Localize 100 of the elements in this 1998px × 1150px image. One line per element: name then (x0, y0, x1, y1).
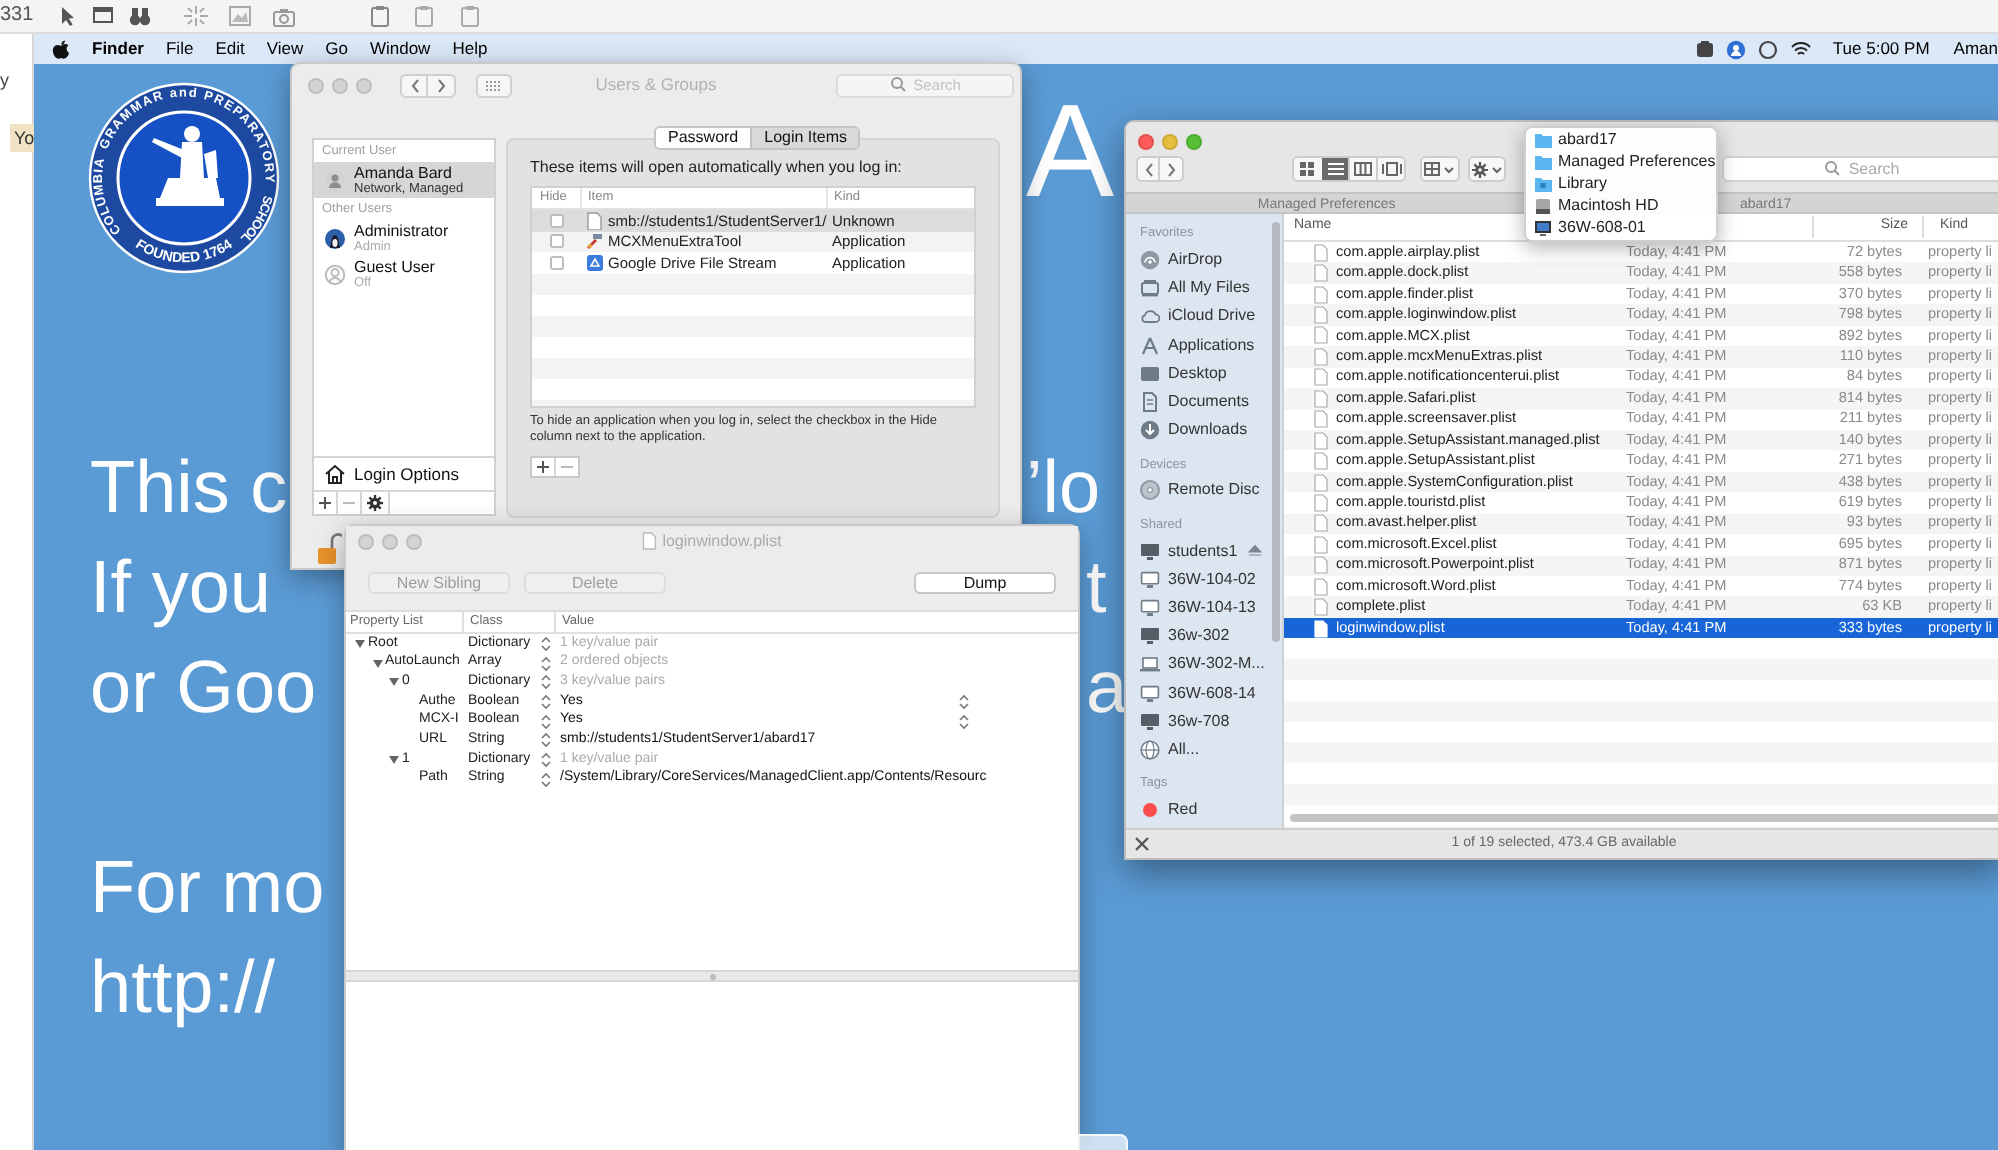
apple-icon[interactable] (52, 39, 70, 59)
user-name: Amanda Bard (354, 164, 454, 182)
menu-item[interactable]: View (266, 36, 304, 62)
action-button[interactable] (1467, 156, 1507, 182)
monitor-icon (1140, 711, 1160, 732)
menu-item[interactable]: Finder (92, 36, 144, 62)
stepper-icon[interactable] (958, 713, 970, 730)
menu-item[interactable]: 36W-608-01 (1526, 216, 1716, 238)
clipboard-icon[interactable] (410, 4, 438, 28)
chevron-right-icon (1164, 159, 1178, 179)
stepper-icon[interactable] (540, 693, 552, 710)
sidebar-item[interactable]: Documents (1126, 387, 1282, 417)
sidebar-item[interactable]: iCloud Drive (1126, 302, 1282, 332)
grid-icon (1300, 162, 1315, 176)
menu-item[interactable]: abard17 (1526, 130, 1716, 152)
forward-button[interactable] (1160, 156, 1184, 182)
eject-icon[interactable] (1248, 544, 1262, 559)
menu-item[interactable]: File (165, 36, 194, 62)
menu-item[interactable]: Macintosh HD (1526, 194, 1716, 217)
monitor-icon (1140, 541, 1160, 562)
list-view-button[interactable] (1321, 158, 1349, 180)
menu-item[interactable]: Library (1526, 173, 1716, 195)
stepper-icon[interactable] (540, 732, 552, 749)
sidebar-item[interactable]: students1 (1126, 537, 1282, 566)
slide-text: t (1086, 544, 1107, 632)
zoom-button[interactable] (1186, 134, 1202, 150)
menu-clock[interactable]: Tue 5:00 PM (1832, 36, 1930, 62)
binoculars-icon[interactable] (126, 4, 154, 28)
menu-item[interactable]: Edit (215, 36, 245, 62)
add-button[interactable] (532, 458, 556, 476)
menu-item[interactable]: Window (369, 36, 431, 62)
person-circle-icon[interactable] (1726, 39, 1747, 59)
arrange-button[interactable] (1420, 156, 1460, 182)
stepper-icon[interactable] (540, 771, 552, 788)
menu-item[interactable]: Managed Preferences (1526, 151, 1716, 174)
scrollbar-thumb[interactable] (1290, 814, 1998, 822)
window-title: loginwindow.plist (662, 529, 782, 553)
show-all-button[interactable] (476, 73, 512, 97)
clipboard-icon[interactable] (456, 4, 484, 28)
stepper-icon[interactable] (540, 674, 552, 691)
cross-icon[interactable] (1134, 836, 1150, 852)
search-icon (1824, 160, 1843, 178)
sidebar-item[interactable]: All My Files (1126, 274, 1282, 303)
hammer-icon (586, 232, 604, 251)
column-view-button[interactable] (1348, 158, 1377, 180)
checkbox[interactable] (549, 255, 563, 270)
chevron-right-icon (434, 75, 448, 95)
stepper-icon[interactable] (540, 713, 552, 730)
stepper-icon[interactable] (540, 751, 552, 768)
settings-button[interactable] (362, 492, 390, 514)
back-button[interactable] (1136, 156, 1160, 182)
triangle-down-icon[interactable] (388, 676, 400, 689)
close-button[interactable] (1138, 134, 1154, 150)
checkbox[interactable] (549, 213, 563, 228)
toolbar-button[interactable]: Dump (914, 572, 1056, 594)
triangle-down-icon[interactable] (388, 753, 400, 766)
sidebar-item[interactable]: 36w-708 (1126, 707, 1282, 736)
tab[interactable]: Yo (10, 124, 34, 152)
wifi-icon[interactable] (1790, 40, 1813, 58)
tab[interactable]: Login Items (750, 128, 859, 148)
sidebar-item[interactable]: All... (1126, 735, 1282, 764)
split-handle[interactable] (346, 970, 1078, 982)
padlock-icon[interactable] (316, 532, 342, 566)
menu-user[interactable]: Aman (1953, 36, 1998, 62)
menu-item[interactable]: Help (452, 36, 488, 62)
stepper-icon[interactable] (958, 693, 970, 710)
window-title: Users & Groups (595, 72, 717, 98)
gallery-view-button[interactable] (1376, 158, 1405, 180)
sidebar-item[interactable]: 36W-608-14 (1126, 678, 1282, 708)
globe-icon (1140, 739, 1160, 760)
menu-item[interactable]: Go (325, 36, 348, 62)
stepper-icon[interactable] (540, 655, 552, 672)
sidebar-item[interactable]: 36W-104-02 (1126, 565, 1282, 594)
triangle-down-icon[interactable] (371, 657, 383, 670)
sidebar-item[interactable]: Desktop (1126, 359, 1282, 388)
camera-icon[interactable] (270, 4, 298, 28)
add-button[interactable] (314, 492, 338, 514)
stepper-icon[interactable] (540, 635, 552, 652)
login-options-button[interactable]: Login Options (314, 456, 494, 490)
sidebar-item[interactable]: Red (1126, 796, 1282, 825)
triangle-down-icon[interactable] (354, 637, 366, 650)
sidebar-item[interactable]: Remote Disc (1126, 476, 1282, 505)
sidebar-item[interactable]: 36W-104-13 (1126, 593, 1282, 623)
sidebar-item[interactable]: 36W-302-M... (1126, 650, 1282, 679)
sidebar-item[interactable]: Applications (1126, 331, 1282, 360)
back-button[interactable] (400, 73, 428, 97)
sidebar-item[interactable]: Downloads (1126, 416, 1282, 445)
window-icon[interactable] (90, 4, 118, 28)
user-name: Administrator (354, 222, 449, 240)
circle-icon[interactable] (1758, 39, 1779, 59)
forward-button[interactable] (428, 73, 456, 97)
scrollbar-thumb[interactable] (1272, 222, 1280, 642)
sidebar-item[interactable]: 36w-302 (1126, 622, 1282, 651)
sidebar-item[interactable]: AirDrop (1126, 246, 1282, 275)
square-icon[interactable] (1696, 40, 1715, 58)
checkbox[interactable] (549, 234, 563, 249)
document-icon (642, 532, 657, 550)
slide-text: ’lo (1026, 444, 1101, 532)
tab[interactable]: Password (656, 128, 751, 148)
clipboard-icon[interactable] (366, 4, 394, 28)
